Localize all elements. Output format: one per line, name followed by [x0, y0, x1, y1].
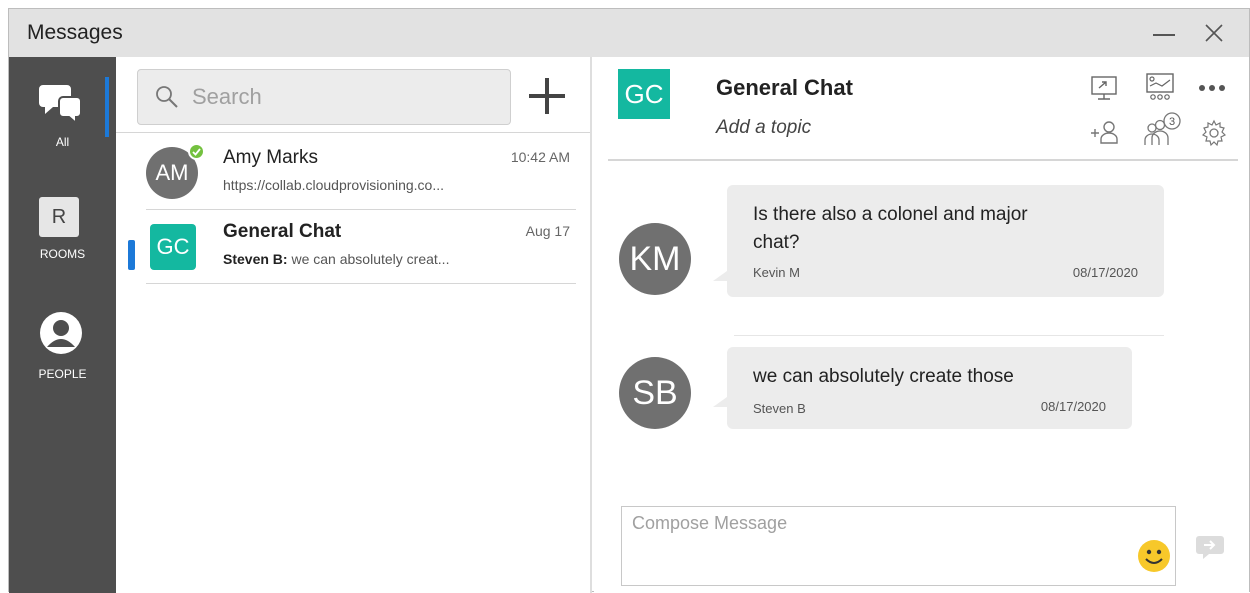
emoji-button[interactable] — [1137, 539, 1171, 573]
rooms-icon: R — [39, 197, 79, 237]
conversation-time: Aug 17 — [525, 223, 570, 239]
rail-label-all: All — [55, 135, 70, 149]
conversation-item-amy-marks[interactable]: AM Amy Marks 10:42 AM https://collab.clo… — [146, 137, 576, 209]
conversation-divider — [146, 283, 576, 284]
snippet-author: Steven B — [223, 251, 283, 267]
whiteboard-icon — [1146, 73, 1174, 100]
whiteboard-button[interactable] — [1144, 71, 1174, 101]
send-button[interactable] — [1195, 533, 1225, 561]
message-date: 08/17/2020 — [1072, 265, 1138, 280]
chat-avatar: GC — [618, 69, 670, 119]
message-date: 08/17/2020 — [1040, 399, 1106, 414]
message-bubble: we can absolutely create those Steven B … — [713, 347, 1132, 429]
conversation-divider — [146, 209, 576, 210]
search-icon — [156, 86, 178, 108]
conversation-name: General Chat — [223, 221, 342, 242]
message-author: Kevin M — [753, 265, 800, 280]
rail-item-all[interactable]: All — [9, 77, 116, 157]
rail-item-rooms[interactable]: R ROOMS — [9, 197, 116, 277]
presence-available-icon — [188, 143, 205, 160]
plus-icon — [529, 78, 565, 114]
screen-share-icon — [1091, 76, 1117, 100]
selected-indicator — [128, 240, 135, 270]
close-icon — [1205, 24, 1223, 42]
message-bubble: Is there also a colonel and major chat? … — [713, 185, 1164, 297]
messages-window: Messages All R ROOMS PEOPLE Search AM Am… — [8, 8, 1250, 593]
message-text-line1: we can absolutely create those — [753, 366, 1014, 387]
rail-label-people: PEOPLE — [38, 367, 87, 381]
conversation-name: Amy Marks — [223, 147, 318, 168]
message-text-line2: chat? — [753, 232, 800, 253]
conversation-list-pane: AM Amy Marks 10:42 AM https://collab.clo… — [116, 57, 592, 593]
more-icon — [1199, 85, 1225, 91]
settings-icon — [1201, 119, 1227, 147]
send-icon — [1196, 536, 1224, 559]
message-author: Steven B — [753, 401, 806, 416]
conversation-snippet: Steven B: we can absolutely creat... — [223, 251, 449, 267]
chat-pane: GC General Chat Add a topic 3 KM Is ther… — [594, 57, 1249, 593]
close-button[interactable] — [1191, 9, 1237, 57]
message-avatar: KM — [619, 223, 691, 295]
chat-bubbles-icon — [39, 85, 82, 123]
conversation-time: 10:42 AM — [510, 149, 570, 165]
snippet-text: we can absolutely creat... — [287, 251, 450, 267]
search-box[interactable] — [137, 69, 511, 125]
chat-title: General Chat — [716, 75, 853, 100]
conversation-item-general-chat[interactable]: GC General Chat Aug 17 Steven B: we can … — [146, 211, 576, 283]
search-input[interactable] — [192, 82, 492, 112]
rail-label-rooms: ROOMS — [39, 247, 86, 261]
window-title: Messages — [27, 21, 123, 44]
add-person-button[interactable] — [1090, 117, 1120, 147]
participant-count: 3 — [1169, 116, 1175, 128]
new-conversation-button[interactable] — [525, 74, 569, 118]
message-separator — [734, 335, 1164, 336]
avatar: GC — [150, 224, 196, 270]
smiley-icon — [1138, 540, 1170, 572]
list-divider — [116, 132, 590, 133]
add-person-icon — [1091, 121, 1118, 144]
navigation-rail: All R ROOMS PEOPLE — [9, 57, 116, 593]
title-bar: Messages — [9, 9, 1249, 57]
more-options-button[interactable] — [1197, 73, 1227, 103]
participants-icon: 3 — [1144, 112, 1181, 145]
message-text-line1: Is there also a colonel and major — [753, 204, 1028, 225]
screen-share-button[interactable] — [1089, 73, 1119, 103]
add-topic-field[interactable]: Add a topic — [716, 117, 811, 139]
rail-item-people[interactable]: PEOPLE — [9, 311, 116, 391]
header-divider — [608, 159, 1238, 161]
compose-input[interactable] — [632, 513, 1132, 573]
message-avatar: SB — [619, 357, 691, 429]
participants-button[interactable]: 3 — [1142, 111, 1182, 151]
compose-box[interactable] — [621, 506, 1176, 586]
minimize-button[interactable] — [1139, 9, 1185, 57]
rail-active-indicator — [105, 77, 109, 137]
conversation-snippet: https://collab.cloudprovisioning.co... — [223, 177, 445, 193]
settings-button[interactable] — [1200, 119, 1230, 149]
person-icon — [40, 312, 82, 354]
